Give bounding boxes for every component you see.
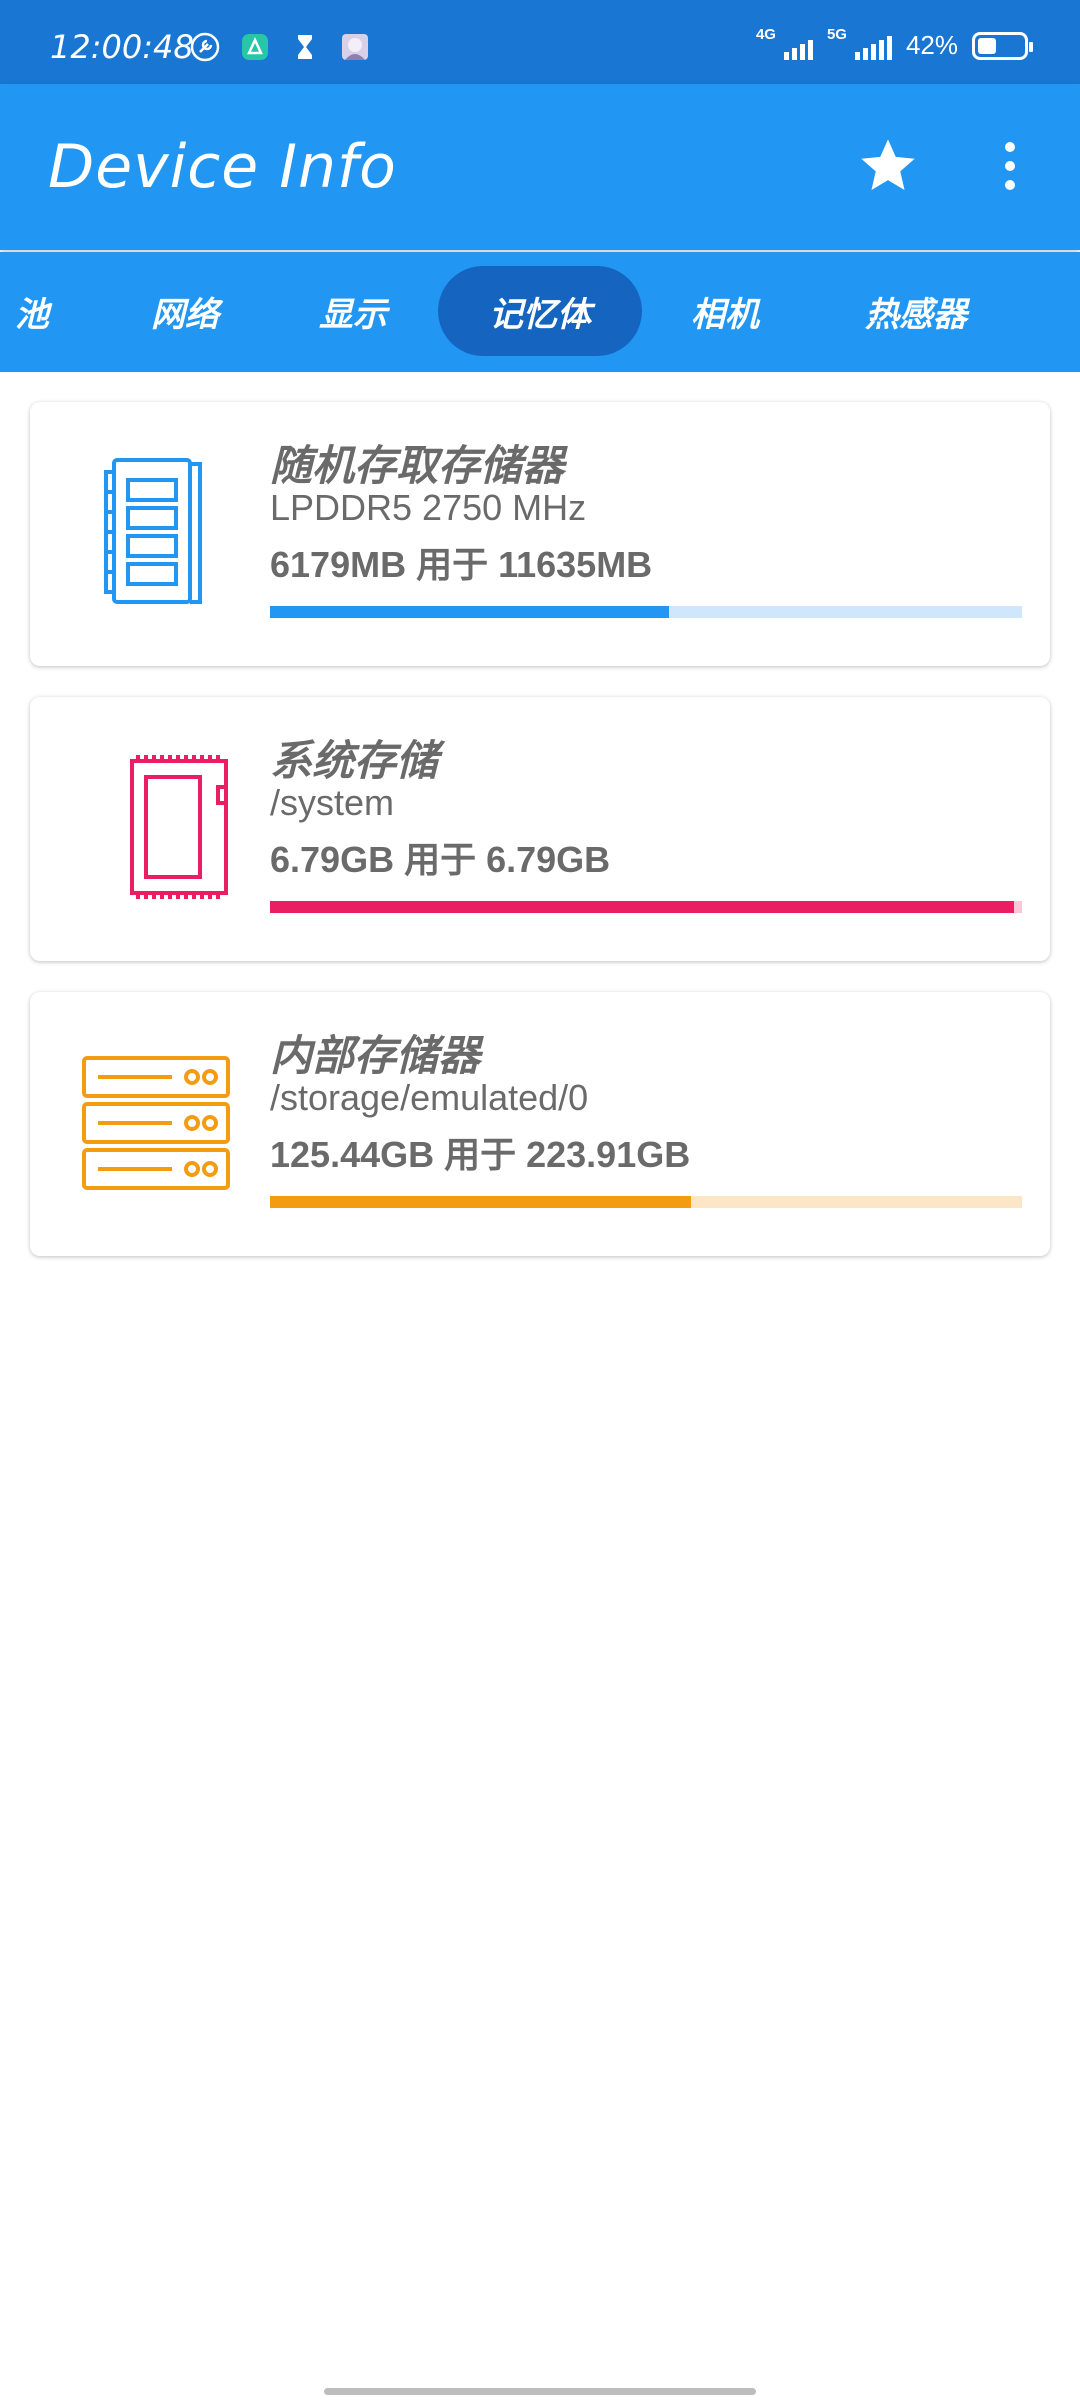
app-icon — [240, 32, 270, 62]
chip-icon — [76, 747, 236, 907]
more-vert-icon — [1005, 142, 1015, 152]
internal-storage-card[interactable]: 内部存储器 /storage/emulated/0 125.44GB 用于 22… — [30, 992, 1050, 1256]
usage-progress-bar — [270, 1196, 1022, 1208]
card-subtitle: /system — [270, 782, 395, 823]
gesture-nav-handle[interactable] — [324, 2388, 756, 2395]
tab-battery[interactable]: 池 — [0, 266, 78, 356]
tab-network[interactable]: 网络 — [120, 266, 250, 356]
battery-icon — [972, 31, 1033, 60]
tab-camera[interactable]: 相机 — [660, 266, 790, 356]
usage-progress-bar — [270, 606, 1022, 618]
signal-5g-icon: 5G — [827, 26, 892, 60]
battery-percent: 42% — [905, 30, 958, 60]
system-storage-card[interactable]: 系统存储 /system 6.79GB 用于 6.79GB — [30, 697, 1050, 961]
card-usage: 125.44GB 用于 223.91GB — [270, 1134, 691, 1175]
card-title: 内部存储器 — [270, 1032, 481, 1079]
star-icon — [861, 139, 915, 190]
card-subtitle: /storage/emulated/0 — [270, 1077, 589, 1118]
app-bar: Device Info — [0, 84, 1080, 250]
avatar-icon — [340, 32, 370, 62]
usage-progress-bar — [270, 901, 1022, 913]
tab-sensors[interactable]: 热感器 — [836, 266, 996, 356]
wrench-icon — [190, 32, 220, 62]
notification-icons — [190, 32, 370, 62]
card-usage: 6179MB 用于 11635MB — [270, 544, 653, 585]
signal-4g-icon: 4G — [756, 26, 813, 60]
card-title: 随机存取存储器 — [270, 442, 565, 489]
status-bar: 12:00:48 4G 5G 42% — [0, 0, 1080, 84]
card-title: 系统存储 — [270, 737, 439, 784]
tab-strip: 池 网络 显示 记忆体 相机 热感器 — [0, 252, 1080, 372]
storage-icon — [76, 1042, 236, 1202]
status-time: 12:00:48 — [50, 28, 194, 66]
tab-memory[interactable]: 记忆体 — [438, 266, 642, 356]
more-options-button[interactable] — [980, 128, 1040, 204]
app-title: Device Info — [48, 132, 397, 202]
ram-card[interactable]: 随机存取存储器 LPDDR5 2750 MHz 6179MB 用于 11635M… — [30, 402, 1050, 666]
card-usage: 6.79GB 用于 6.79GB — [270, 839, 611, 880]
tab-display[interactable]: 显示 — [288, 266, 418, 356]
ram-icon — [76, 452, 236, 612]
system-indicators: 4G 5G 42% — [756, 26, 1033, 61]
favorite-button[interactable] — [850, 128, 926, 204]
hourglass-icon — [290, 32, 320, 62]
card-subtitle: LPDDR5 2750 MHz — [270, 487, 587, 528]
